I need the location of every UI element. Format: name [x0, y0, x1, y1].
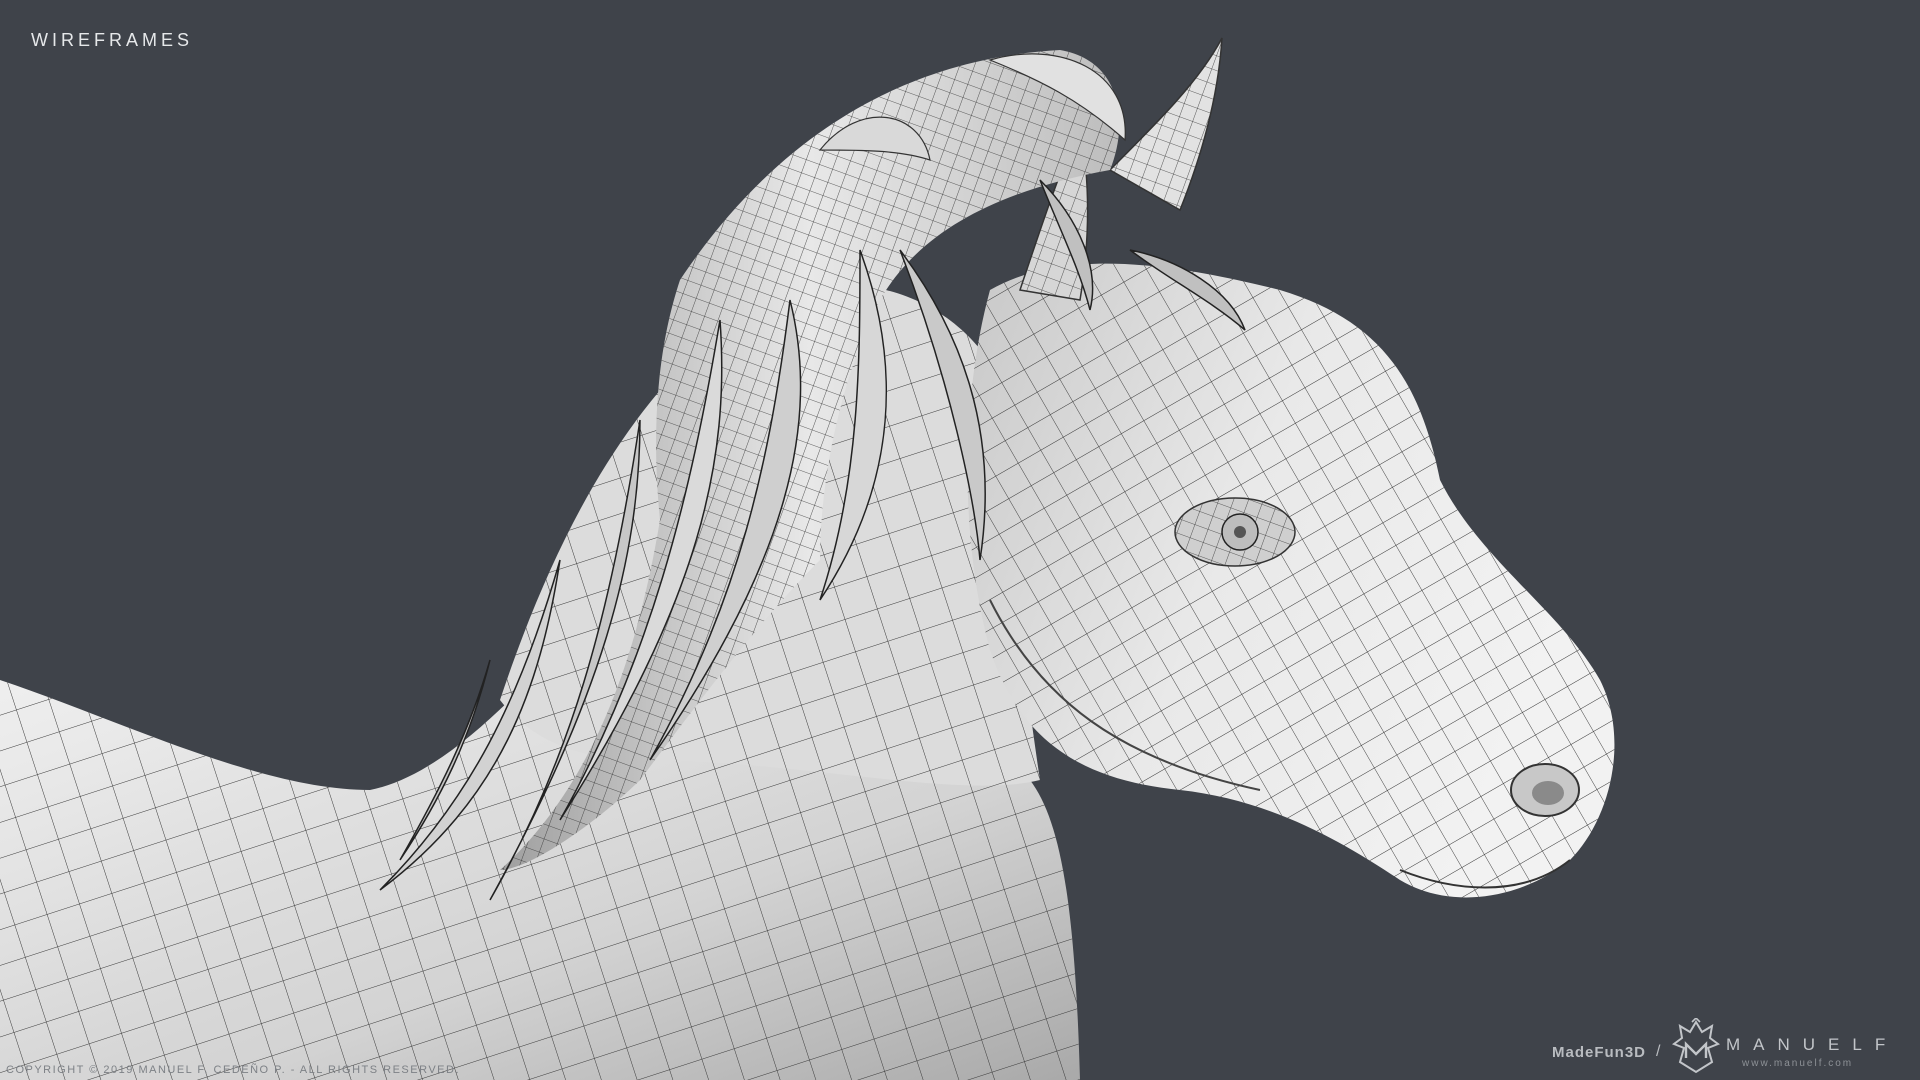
- horse-body: [0, 284, 1080, 1080]
- horse-head: [967, 263, 1615, 898]
- manuelf-logo-icon: [1671, 1018, 1721, 1074]
- brand-madefun: MadeFun3D: [1552, 1044, 1647, 1061]
- brand-url: www.manuelf.com: [1742, 1058, 1854, 1069]
- horse-wireframe-render: [0, 37, 1615, 1080]
- brand-separator: /: [1656, 1043, 1661, 1060]
- copyright-text: COPYRIGHT © 2019 MANUEL F. CEDEÑO P. - A…: [6, 1064, 461, 1076]
- brand-name: MANUELF: [1726, 1035, 1899, 1054]
- page-title: WIREFRAMES: [31, 30, 194, 50]
